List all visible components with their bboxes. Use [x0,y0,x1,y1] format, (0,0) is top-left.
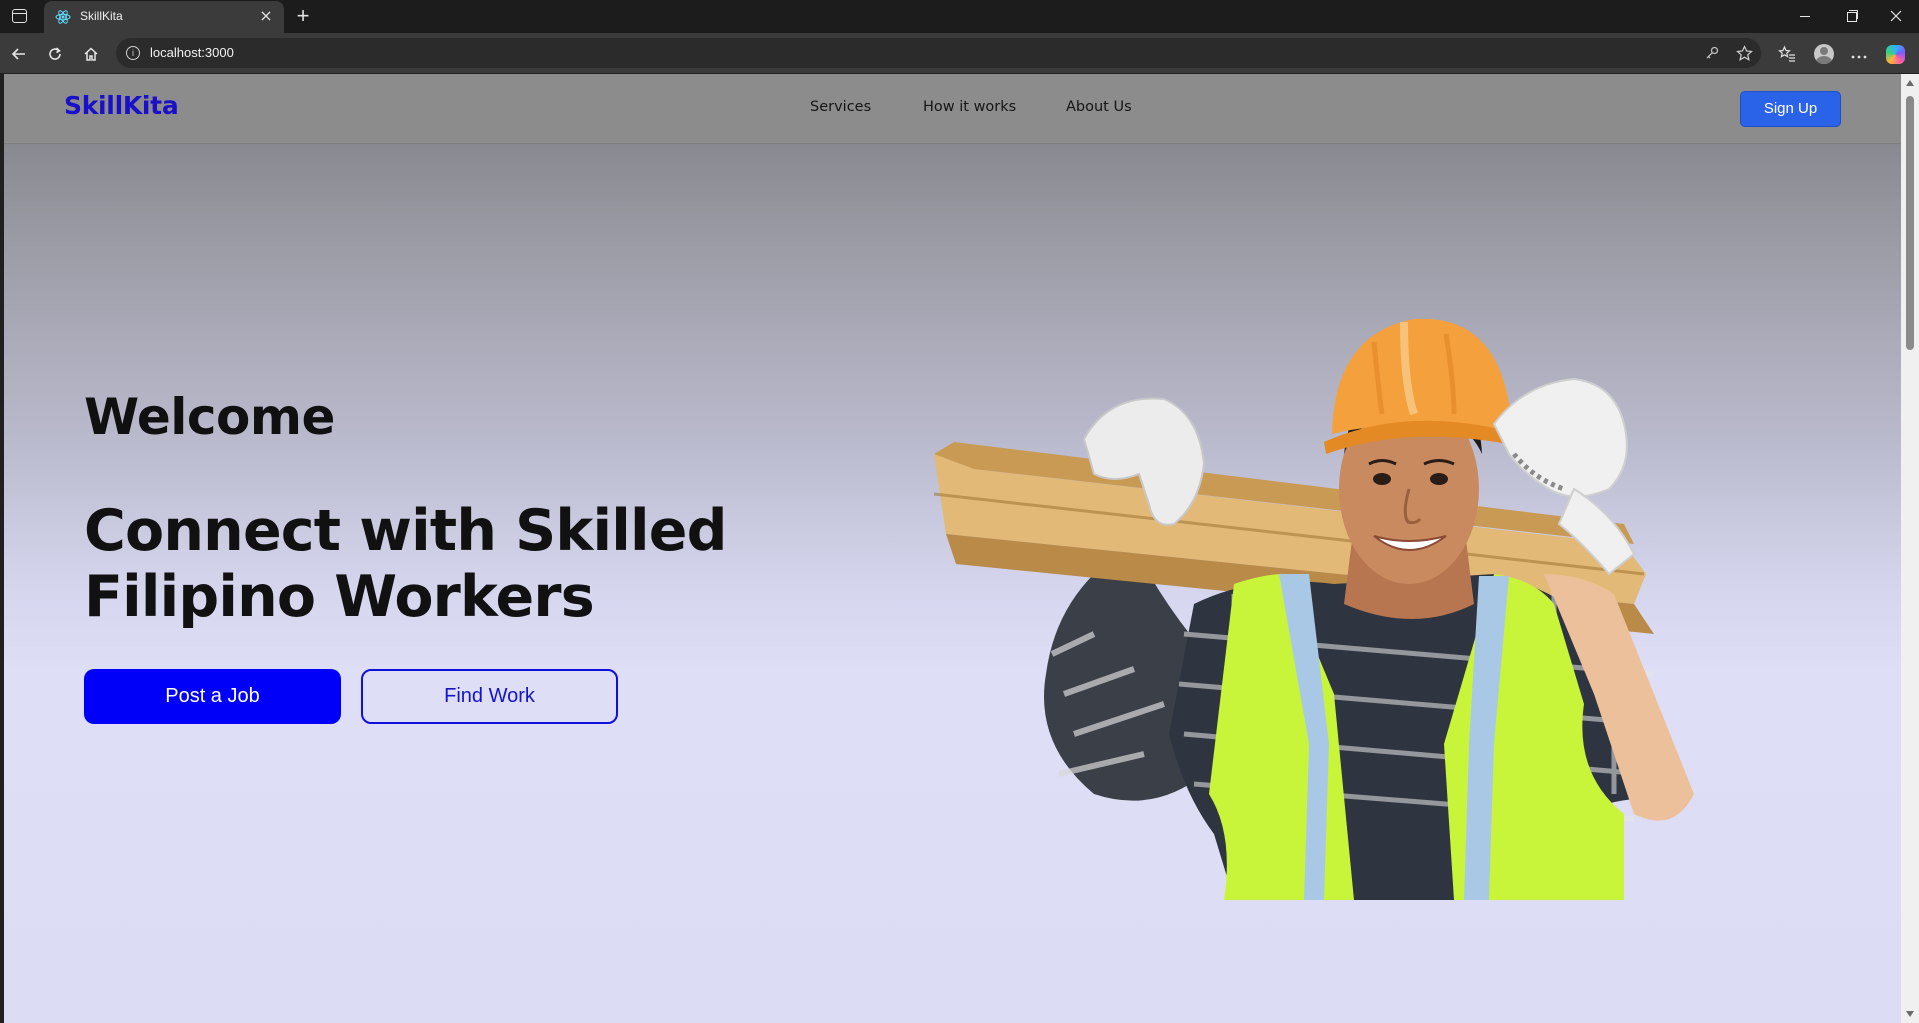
browser-toolbar: i localhost:3000 [0,33,1919,73]
browser-tab[interactable]: SkillKita × [44,1,284,33]
hero-headline: Connect with Skilled Filipino Workers [84,498,727,630]
nav-about-us[interactable]: About Us [1066,99,1132,115]
home-icon[interactable] [77,40,105,68]
copilot-icon[interactable] [1881,40,1909,68]
star-icon[interactable] [1734,43,1754,63]
scroll-down-icon[interactable] [1906,1011,1914,1017]
reload-icon[interactable] [41,40,69,68]
page-viewport: SkillKita Services How it works About Us… [4,74,1901,1023]
browser-tab-bar: SkillKita × + [0,0,1919,33]
plus-icon[interactable]: + [290,3,316,29]
url-text[interactable]: localhost:3000 [150,45,234,60]
maximize-icon[interactable] [1828,0,1874,33]
welcome-heading: Welcome [84,388,335,446]
close-icon[interactable]: × [256,6,276,26]
more-icon[interactable] [1845,40,1873,68]
key-icon[interactable] [1702,43,1722,63]
avatar [1814,44,1834,64]
sign-up-button[interactable]: Sign Up [1740,91,1841,127]
back-icon[interactable] [5,40,33,68]
scroll-up-icon[interactable] [1906,80,1914,86]
site-header: SkillKita Services How it works About Us… [4,74,1901,144]
profile-icon[interactable] [1809,40,1837,68]
find-work-button[interactable]: Find Work [361,669,618,724]
minimize-icon[interactable] [1782,0,1828,33]
favorites-icon[interactable] [1773,40,1801,68]
address-bar[interactable]: i localhost:3000 [116,38,1761,68]
nav-how-it-works[interactable]: How it works [923,99,1016,115]
post-job-button[interactable]: Post a Job [84,669,341,724]
worker-hero-image [934,318,1694,900]
tab-actions-icon[interactable] [12,9,27,23]
info-icon[interactable]: i [126,46,140,60]
scrollbar[interactable] [1901,74,1919,1023]
nav-services[interactable]: Services [810,99,871,115]
window-close-icon[interactable] [1873,0,1919,33]
brand-logo[interactable]: SkillKita [64,91,179,120]
tab-title: SkillKita [80,9,123,23]
react-favicon-icon [55,10,71,24]
scroll-thumb[interactable] [1906,96,1914,350]
